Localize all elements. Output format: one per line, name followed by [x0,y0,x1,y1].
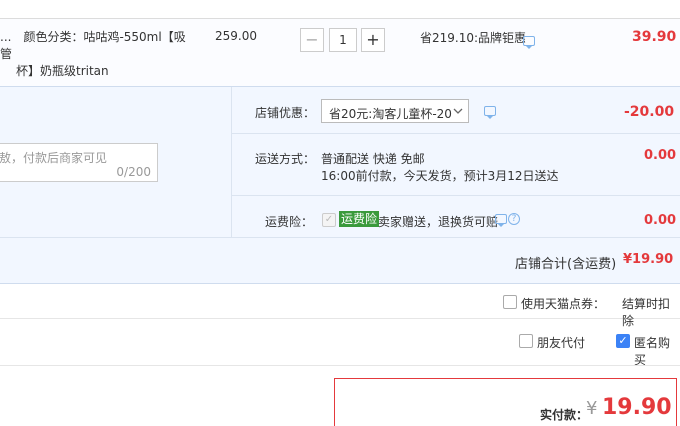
shop-subtotal-value: ¥19.90 [623,252,674,267]
buyer-message-placeholder: 敖，付款后商家可见 [0,151,108,165]
anonymous-checkbox[interactable]: ✓ [616,334,630,348]
payment-currency: ¥ [586,398,598,419]
quantity-input[interactable]: 1 [329,28,357,52]
discount-chat-icon[interactable] [484,106,496,119]
insurance-amount: 0.00 [644,213,677,228]
delivery-label: 运送方式： [255,152,316,166]
payment-amount: 19.90 [602,395,672,420]
item-sku-line2: 杯】奶瓶级tritan [16,64,109,78]
cart-item-row: ... 颜色分类：咕咕鸡-550ml【吸管 杯】奶瓶级tritan 259.00… [0,19,680,86]
shop-subtotal-label: 店铺合计(含运费) [515,257,617,272]
delivery-amount: 0.00 [644,148,677,163]
insurance-label: 运费险： [265,215,314,229]
tmall-points-label: 使用天猫点券： [521,297,606,311]
shop-discount-label: 店铺优惠： [255,106,316,120]
item-promo: 省219.10:品牌钜惠 [420,31,527,45]
quantity-decrease-button[interactable]: − [300,28,324,52]
delivery-eta: 16:00前付款，今天发货，预计3月12日送达 [321,169,559,183]
payment-label: 实付款： [540,408,589,422]
payment-divider [0,365,680,366]
insurance-badge: 运费险 [339,211,380,227]
quantity-increase-button[interactable]: + [361,28,385,52]
item-total: 39.90 [632,29,677,45]
item-unit-price: 259.00 [215,29,257,43]
panel-divider-2 [232,195,680,196]
help-icon[interactable]: ? [508,213,520,225]
insurance-checkbox: ✓ [322,213,336,227]
shop-discount-value: 省20元:淘客儿童杯-20 [329,107,452,121]
tmall-points-note: 结算时扣除 [622,297,671,328]
tmall-points-checkbox[interactable] [503,295,517,309]
promo-chat-icon[interactable] [523,36,535,49]
friend-pay-label: 朋友代付 [537,336,586,350]
buyer-message-textarea[interactable]: 敖，付款后商家可见 0/200 [0,143,158,182]
panel-divider-vertical [231,87,232,237]
panel-divider-1 [232,133,680,134]
options-divider [0,318,680,319]
shop-discount-amount: -20.00 [624,104,675,120]
anonymous-label: 匿名购买 [634,336,671,367]
delivery-method: 普通配送 快递 免邮 [321,152,425,166]
chevron-down-icon [453,108,463,114]
panel-divider-3 [0,237,680,238]
buyer-message-counter: 0/200 [116,165,151,179]
insurance-chat-icon[interactable] [495,214,507,227]
item-sku[interactable]: ... 颜色分类：咕咕鸡-550ml【吸管 杯】奶瓶级tritan [0,29,190,80]
shop-discount-select[interactable]: 省20元:淘客儿童杯-20 [321,99,469,123]
insurance-desc: 卖家赠送，退换货可赔 [378,215,499,229]
item-sku-line1: ... 颜色分类：咕咕鸡-550ml【吸管 [0,30,186,61]
payment-summary-box: 实付款： ¥ 19.90 [334,378,677,426]
friend-pay-checkbox[interactable] [519,334,533,348]
